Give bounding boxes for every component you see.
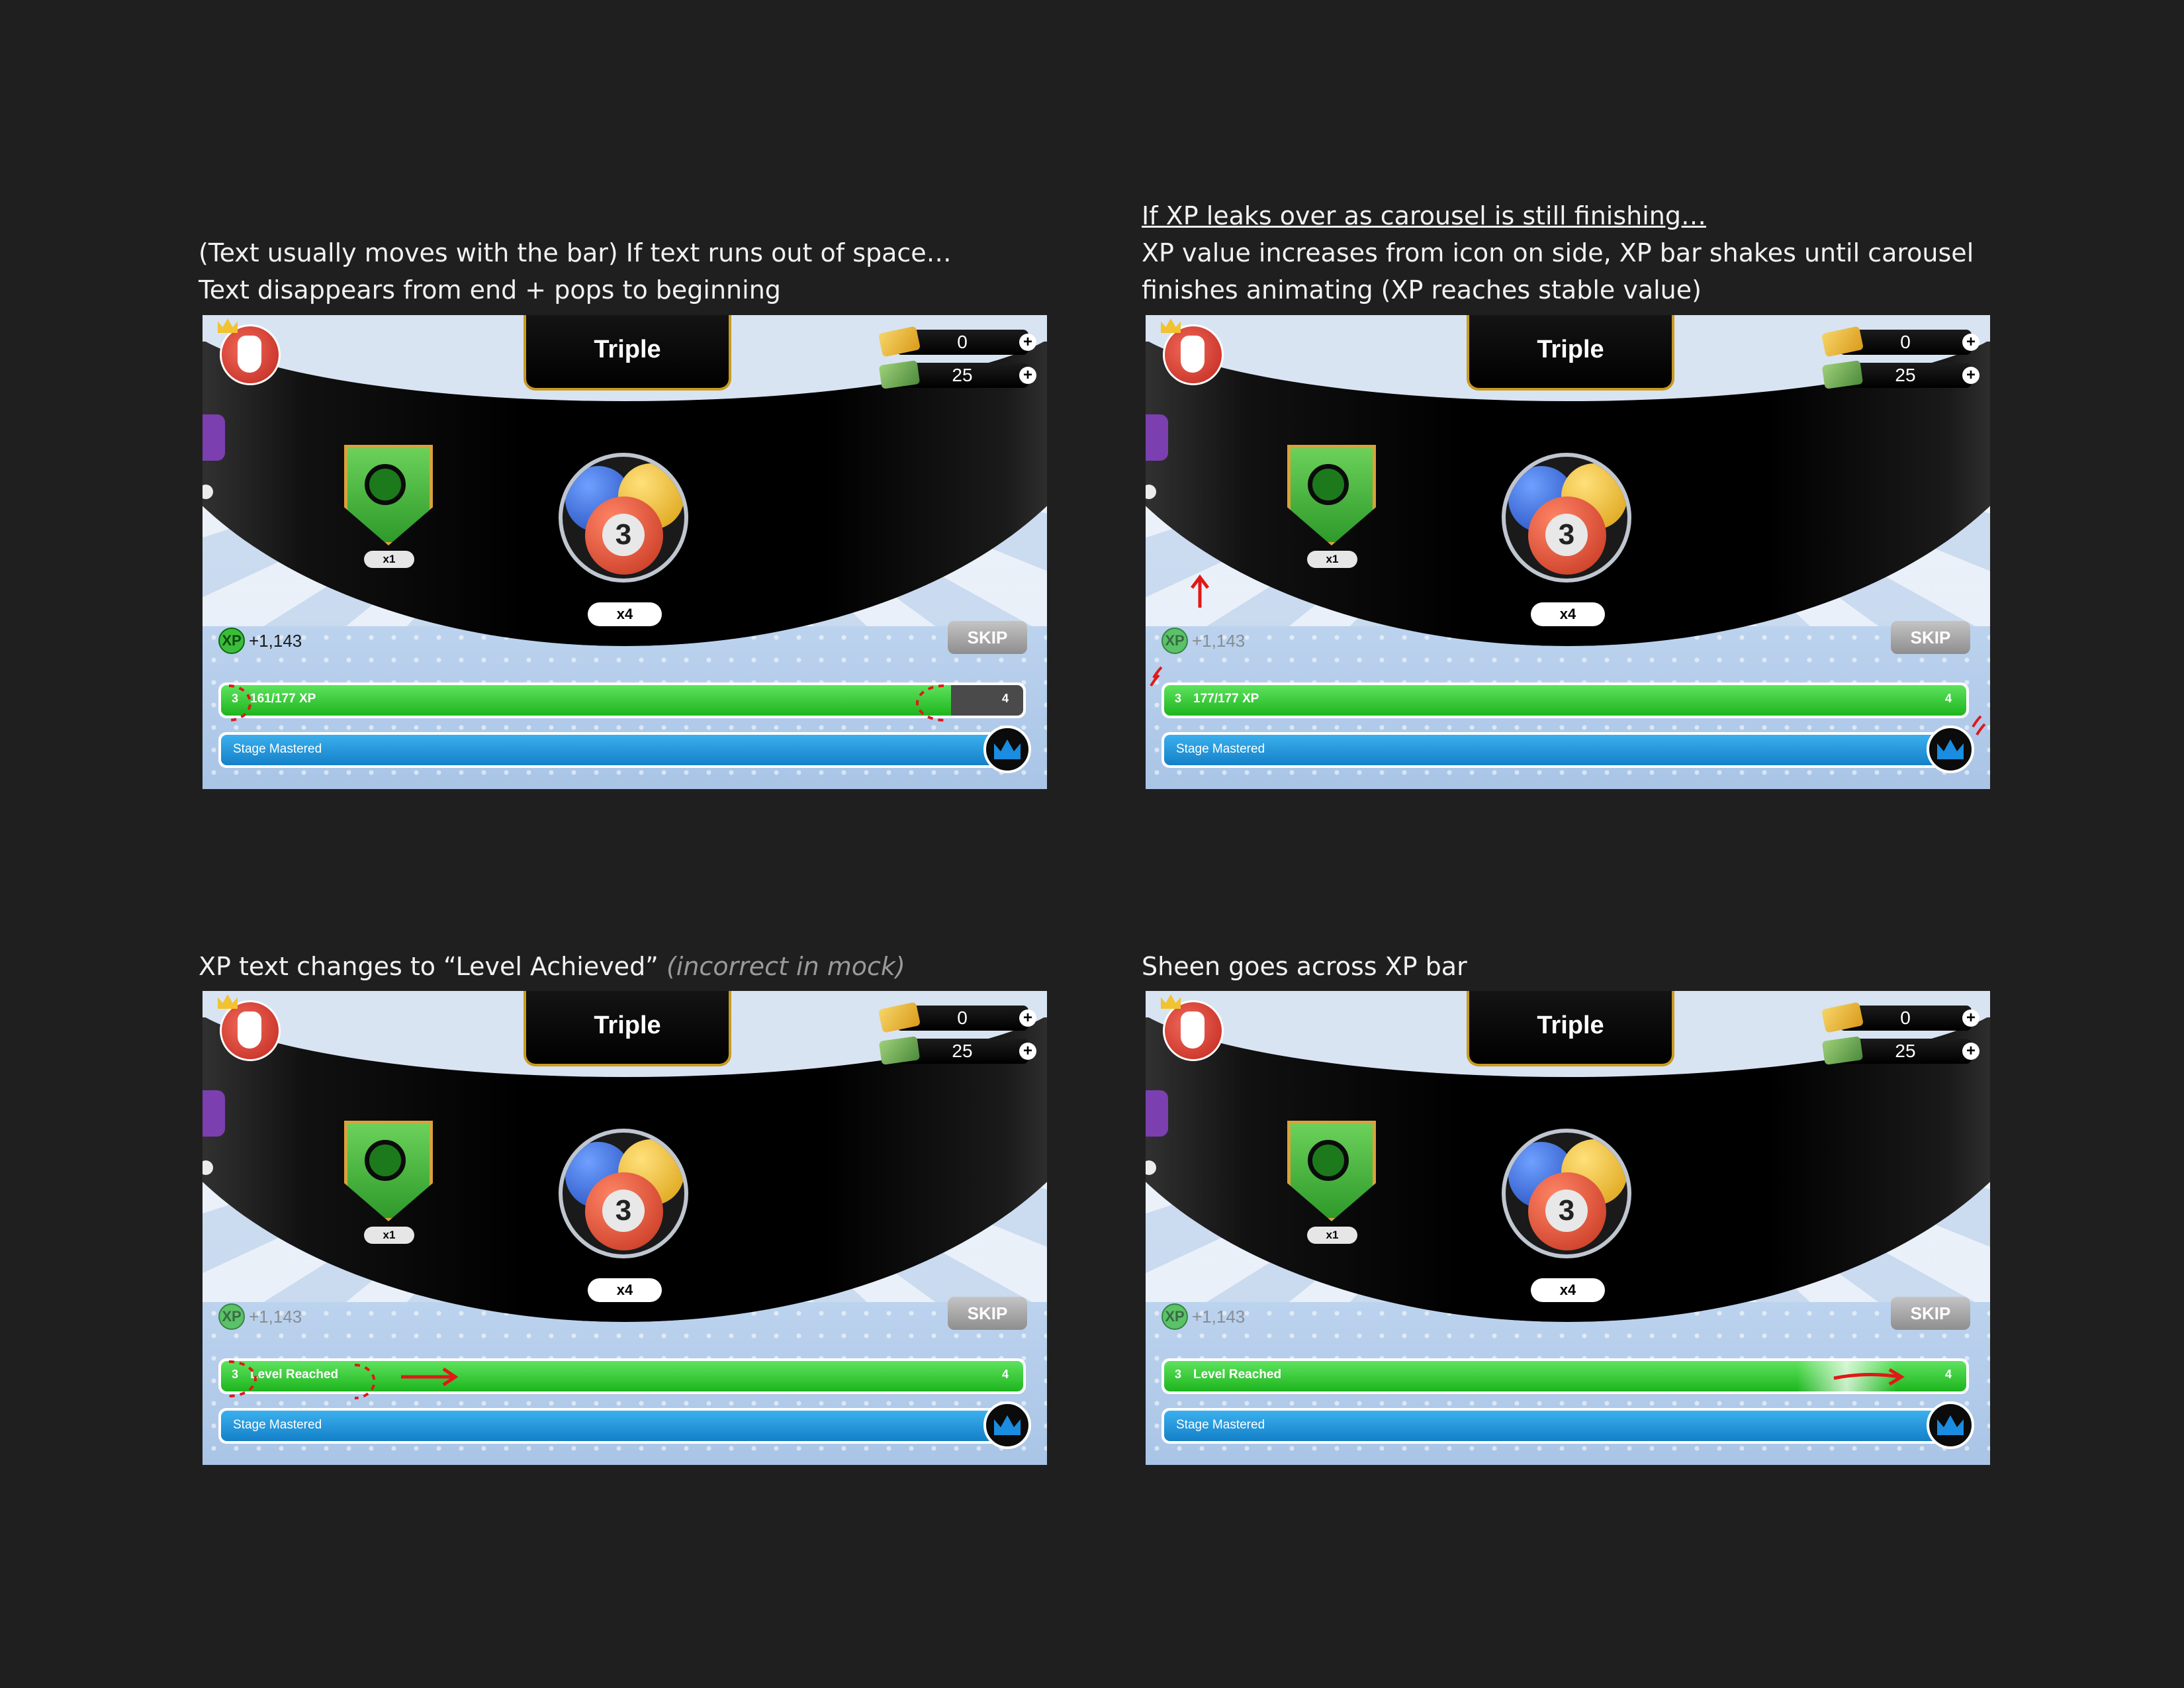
caption-tr-line2: XP value increases from icon on side, XP…	[1142, 238, 1974, 267]
caption-tr-line3: finishes animating (XP reaches stable va…	[1142, 275, 1702, 305]
caption-tr-line1: If XP leaks over as carousel is still fi…	[1142, 201, 1706, 230]
annotation-shake-right	[1972, 715, 1986, 736]
annotation-burst-text	[228, 1360, 257, 1397]
game-screen-3: Triple 0 + 25 + x1 3 x4 XP +1,143 SKIP 3…	[203, 991, 1047, 1465]
annotation-overlay	[1150, 574, 1986, 736]
annotation-burst-start	[228, 684, 251, 722]
game-screen-1: Triple 0 + 25 + x1 3 x4 XP +1,143 SKIP 3…	[203, 315, 1047, 789]
caption-bottom-right: Sheen goes across XP bar	[1142, 948, 1467, 985]
annotation-burst-end	[916, 684, 944, 722]
caption-bottom-left: XP text changes to “Level Achieved” (inc…	[199, 948, 905, 985]
annotation-sheen-arrow	[1833, 1372, 1901, 1380]
caption-top-left: (Text usually moves with the bar) If tex…	[199, 234, 952, 308]
caption-bl-main: XP text changes to “Level Achieved”	[199, 952, 666, 981]
annotation-overlay	[228, 1360, 459, 1399]
annotation-overlay	[228, 684, 944, 722]
caption-br-line1: Sheen goes across XP bar	[1142, 952, 1467, 981]
caption-tl-line2: Text disappears from end + pops to begin…	[199, 275, 781, 305]
annotation-overlay	[1833, 1368, 1905, 1386]
annotation-burst-text-end	[354, 1364, 376, 1399]
caption-top-right: If XP leaks over as carousel is still fi…	[1142, 197, 1974, 308]
caption-tl-line1: (Text usually moves with the bar) If tex…	[199, 238, 952, 267]
annotation-shake-left	[1150, 666, 1163, 687]
game-screen-4: Triple 0 + 25 + x1 3 x4 XP +1,143 SKIP 3…	[1146, 991, 1990, 1465]
game-screen-2: Triple 0 + 25 + x1 3 x4 XP +1,143 SKIP 3…	[1146, 315, 1990, 789]
caption-bl-note: (incorrect in mock)	[666, 952, 905, 981]
